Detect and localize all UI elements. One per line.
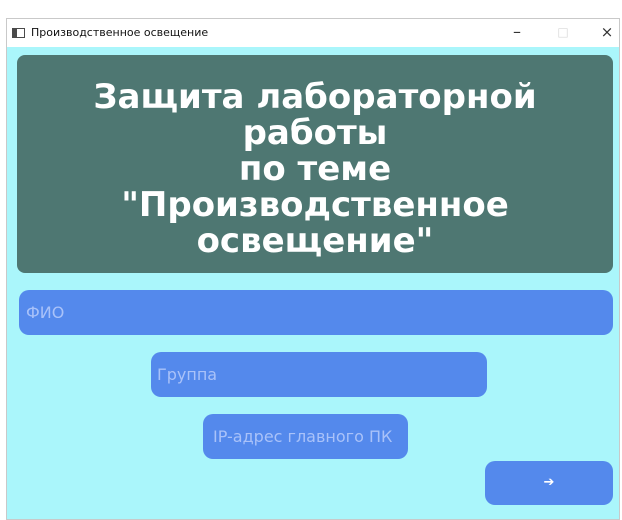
title-panel: Защита лабораторной работы по теме "Прои… [17,55,613,273]
title-bar: Производственное освещение – □ × [7,19,619,47]
group-placeholder: Группа [157,364,218,384]
ip-address-input[interactable]: IP-адрес главного ПК [203,414,408,459]
minimize-button[interactable]: – [505,22,529,42]
window-title: Производственное освещение [31,26,209,39]
arrow-right-icon: ➔ [543,475,555,490]
fio-input[interactable]: ФИО [19,290,613,335]
next-button[interactable]: ➔ [485,461,613,505]
close-button[interactable]: × [595,22,619,42]
fio-placeholder: ФИО [26,302,65,322]
page-title: Защита лабораторной работы по теме "Прои… [93,77,537,261]
ip-address-placeholder: IP-адрес главного ПК [213,426,393,446]
group-input[interactable]: Группа [151,352,487,397]
window-app-icon [12,28,25,38]
maximize-button[interactable]: □ [551,22,575,42]
application-window: Производственное освещение – □ × Защита … [6,18,620,520]
